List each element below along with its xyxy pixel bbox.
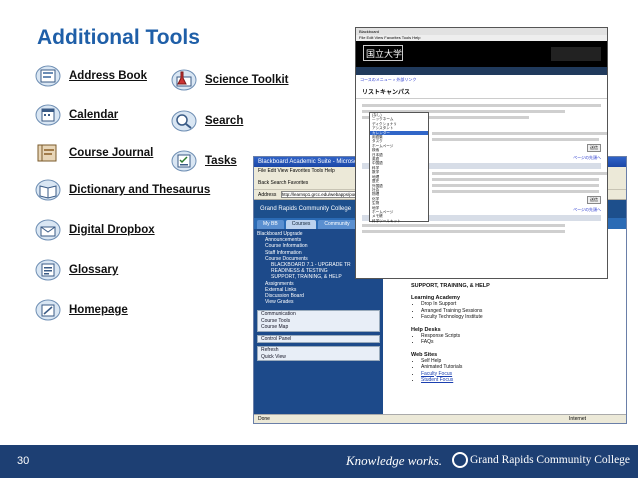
list-item[interactable]: Student Focus: [421, 377, 620, 384]
address-input[interactable]: http://learnsp1.grcc.edu/webapps/portal: [280, 191, 361, 199]
dropbox-icon: [34, 218, 62, 242]
status-bar: Done Internet: [254, 414, 626, 423]
panel-item[interactable]: Course Map: [258, 324, 379, 331]
text-line: [432, 138, 600, 141]
text-line: [362, 230, 566, 233]
tool-label[interactable]: Dictionary and Thesaurus: [69, 184, 210, 196]
homepage-icon: [34, 298, 62, 322]
college-logo-icon: [452, 452, 468, 468]
tool-label[interactable]: Tasks: [205, 155, 237, 167]
site-header: 国立大学: [356, 41, 607, 67]
tagline: Knowledge works.: [346, 453, 443, 468]
browser-window-japanese: Blackboard File Edit View Favorites Tool…: [355, 27, 608, 279]
submit-button[interactable]: 送信: [587, 144, 601, 152]
tool-dropdown-list[interactable]: (なし) ニックネーム ディクショナリ アシスタント カレンダー 用語集 タスク…: [369, 112, 429, 223]
zone-text: Internet: [569, 416, 586, 422]
tool-course-journal[interactable]: Course Journal: [34, 141, 153, 165]
tool-homepage[interactable]: Homepage: [34, 298, 128, 322]
page-number: 30: [17, 455, 30, 467]
tool-science-toolkit[interactable]: Science Toolkit: [170, 68, 289, 92]
tool-calendar[interactable]: Calendar: [34, 103, 118, 127]
site-logo: 国立大学: [362, 45, 404, 61]
tab-courses[interactable]: Courses: [285, 220, 317, 229]
tool-search[interactable]: Search: [170, 109, 243, 133]
tree-item[interactable]: View Grades: [257, 299, 380, 305]
panel-item[interactable]: Control Panel: [258, 336, 379, 343]
slide-title: Additional Tools: [37, 26, 200, 49]
tool-dictionary[interactable]: Dictionary and Thesaurus: [34, 178, 210, 202]
tool-label[interactable]: Glossary: [69, 264, 118, 276]
text-line: [432, 172, 607, 175]
tasks-icon: [170, 149, 198, 173]
page-title: リストキャンパス: [356, 85, 607, 99]
tab-my-bb[interactable]: My BB: [257, 220, 284, 229]
glossary-icon: [34, 258, 62, 282]
tool-label[interactable]: Calendar: [69, 109, 118, 121]
calendar-icon: [34, 103, 62, 127]
text-line: [432, 190, 600, 193]
refresh-panel: Refresh Quick View: [257, 346, 380, 362]
text-line: [432, 184, 600, 187]
panel-item[interactable]: Quick View: [258, 354, 379, 361]
list-item: FAQs: [421, 339, 620, 346]
tool-glossary[interactable]: Glossary: [34, 258, 118, 282]
text-line: [362, 224, 566, 227]
text-line: [362, 104, 601, 107]
header-graphic: [551, 47, 601, 61]
tool-label[interactable]: Course Journal: [69, 147, 153, 159]
tools-panel: Communication Course Tools Course Map: [257, 310, 380, 332]
nav-bar: [356, 67, 607, 75]
address-book-icon: [34, 64, 62, 88]
tool-address-book[interactable]: Address Book: [34, 64, 147, 88]
science-icon: [170, 68, 198, 92]
control-panel: Control Panel: [257, 334, 380, 344]
tool-label[interactable]: Science Toolkit: [205, 74, 289, 86]
content-title: SUPPORT, TRAINING, & HELP: [411, 283, 490, 289]
tool-label[interactable]: Search: [205, 115, 243, 127]
journal-icon: [34, 141, 62, 165]
breadcrumb[interactable]: コースのメニュー > 外部リンク: [356, 75, 607, 85]
tool-tasks[interactable]: Tasks: [170, 149, 237, 173]
tool-label[interactable]: Digital Dropbox: [69, 224, 155, 236]
tool-label[interactable]: Address Book: [69, 70, 147, 82]
student-focus-link[interactable]: Student Focus: [421, 377, 453, 383]
list-item: Faculty Technology Institute: [421, 314, 620, 321]
tab-community[interactable]: Community: [318, 220, 356, 229]
book-icon: [34, 178, 62, 202]
address-label: Address: [258, 192, 277, 198]
dropdown-option[interactable]: 科学ツールキット: [370, 219, 428, 223]
text-line: [432, 178, 600, 181]
submit-button[interactable]: 送信: [587, 196, 601, 204]
window-title-bar[interactable]: Blackboard: [356, 28, 607, 35]
search-icon: [170, 109, 198, 133]
text-line: [432, 132, 607, 135]
tool-label[interactable]: Homepage: [69, 304, 128, 316]
college-name: Grand Rapids Community College: [470, 454, 631, 466]
faculty-focus-link[interactable]: Faculty Focus: [421, 371, 452, 377]
status-text: Done: [258, 416, 270, 422]
tool-digital-dropbox[interactable]: Digital Dropbox: [34, 218, 155, 242]
